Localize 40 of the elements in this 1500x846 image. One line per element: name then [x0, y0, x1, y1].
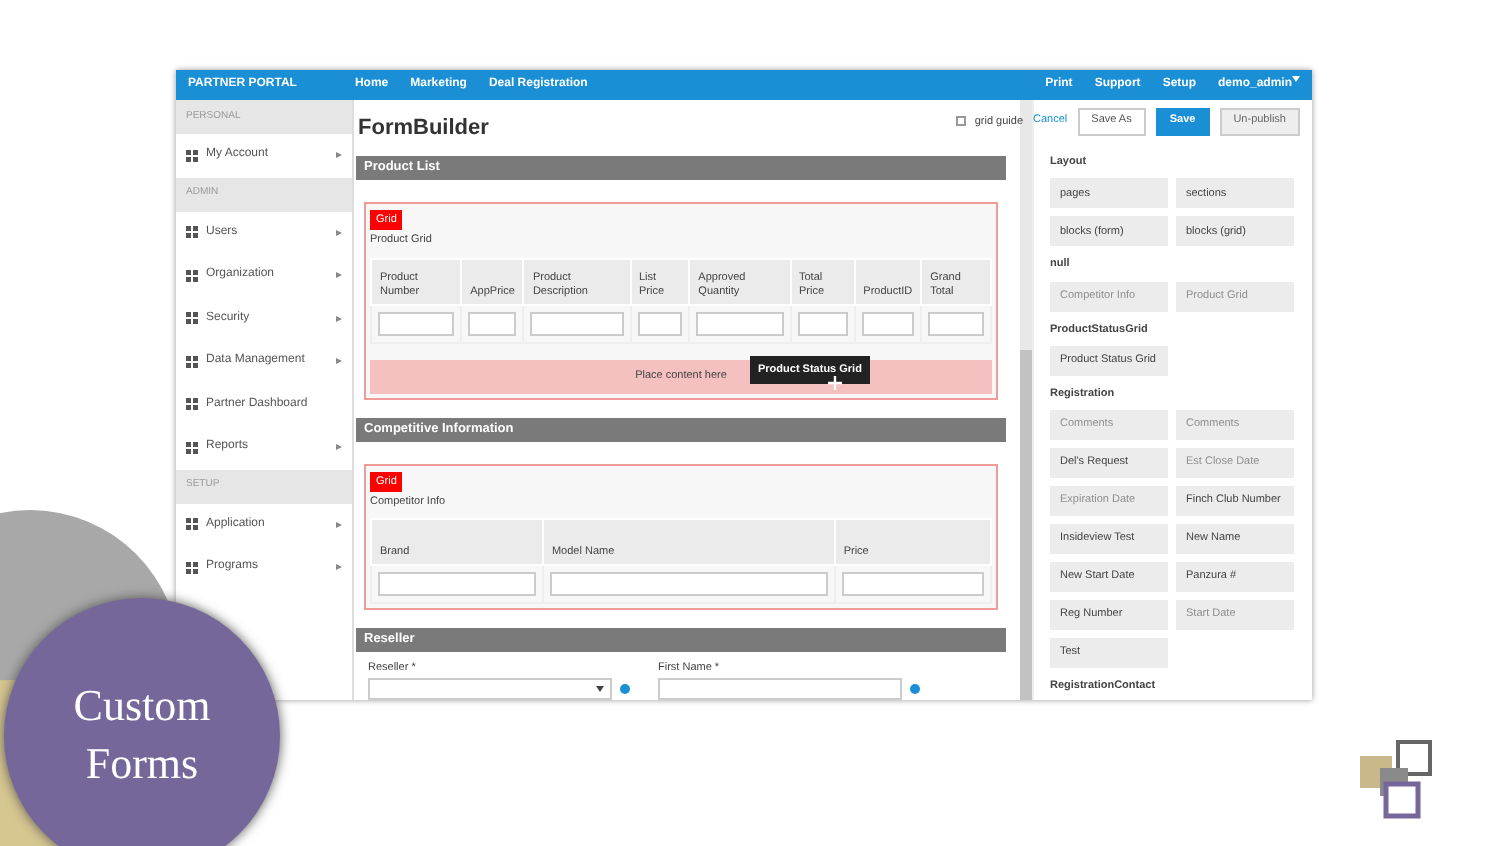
expand-icon[interactable]: [336, 152, 342, 159]
input-field[interactable]: [696, 311, 783, 335]
input-field[interactable]: [861, 311, 915, 335]
scrollbar-thumb[interactable]: [1020, 350, 1032, 700]
expand-icon[interactable]: [336, 564, 342, 571]
logo-icon: [1358, 740, 1438, 820]
expand-icon[interactable]: [336, 358, 342, 365]
expand-icon[interactable]: [336, 444, 342, 451]
expand-icon[interactable]: [336, 521, 342, 528]
input-field[interactable]: [378, 311, 455, 335]
input-field[interactable]: [549, 572, 828, 596]
expand-icon[interactable]: [336, 315, 342, 322]
input-field[interactable]: [797, 311, 848, 335]
input-field[interactable]: [468, 311, 517, 335]
grid-icon: [186, 312, 198, 325]
expand-icon[interactable]: [336, 229, 342, 236]
caret-icon: [1292, 76, 1300, 82]
grid-icon: [186, 441, 198, 454]
page-title: FormBuilder: [356, 114, 489, 144]
grid-icon: [186, 149, 198, 162]
expand-icon[interactable]: [336, 272, 342, 279]
grid-icon: [186, 269, 198, 282]
caret-icon: [596, 686, 604, 693]
input-field[interactable]: [658, 678, 902, 700]
grid-icon: [186, 398, 198, 411]
input-field[interactable]: [530, 311, 623, 335]
grid-icon: [186, 355, 198, 368]
select-field[interactable]: [368, 678, 612, 700]
input-field[interactable]: [378, 572, 536, 596]
grid-icon: [186, 518, 198, 531]
grid-icon: [186, 226, 198, 239]
input-field[interactable]: [637, 311, 683, 335]
info-icon[interactable]: [910, 684, 920, 695]
slide-title: Custom Forms: [71, 678, 213, 792]
move-cursor-icon: [828, 375, 842, 389]
scrollbar[interactable]: [1020, 100, 1032, 700]
grid-icon: [186, 561, 198, 574]
input-field[interactable]: [928, 311, 984, 335]
input-field[interactable]: [841, 572, 984, 596]
info-icon[interactable]: [620, 684, 630, 695]
